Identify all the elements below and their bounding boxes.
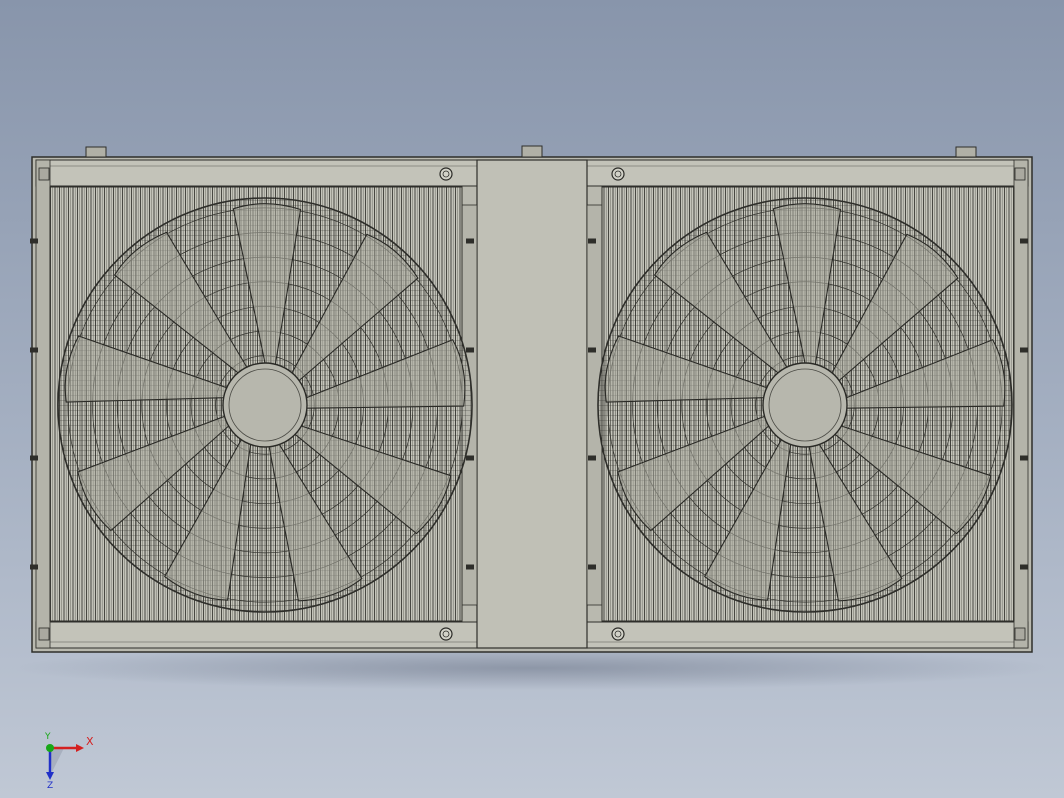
side-pin	[1020, 347, 1028, 353]
side-pin	[466, 347, 474, 353]
z-axis-label: Z	[47, 781, 53, 788]
side-pin	[1020, 564, 1028, 570]
left-fan	[57, 197, 473, 613]
fan-hub	[222, 362, 308, 448]
cad-viewport[interactable]: X Y Z	[0, 0, 1064, 798]
side-pin	[588, 238, 596, 244]
right-fan	[597, 197, 1013, 613]
x-axis-label: X	[86, 735, 94, 748]
mount-hole	[439, 167, 453, 181]
side-pin	[30, 347, 38, 353]
side-pin	[466, 238, 474, 244]
side-pin	[30, 238, 38, 244]
side-pin	[588, 455, 596, 461]
side-pin	[30, 564, 38, 570]
mount-hole	[439, 627, 453, 641]
z-axis-arrowhead	[46, 772, 54, 780]
side-pin	[588, 564, 596, 570]
y-axis-marker	[46, 744, 54, 752]
fan-hub	[762, 362, 848, 448]
side-pin	[30, 455, 38, 461]
corner-bracket	[38, 167, 50, 181]
side-pin	[1020, 455, 1028, 461]
corner-bracket	[1014, 167, 1026, 181]
y-axis-label: Y	[44, 732, 51, 742]
axis-triad[interactable]: X Y Z	[38, 728, 98, 788]
side-pin	[1020, 238, 1028, 244]
mount-hole	[611, 627, 625, 641]
radiator-fan-assembly-model[interactable]	[0, 0, 1064, 798]
x-axis-arrowhead	[76, 744, 84, 752]
side-pin	[588, 347, 596, 353]
corner-bracket	[1014, 627, 1026, 641]
corner-bracket	[38, 627, 50, 641]
mount-hole	[611, 167, 625, 181]
side-pin	[466, 564, 474, 570]
side-pin	[466, 455, 474, 461]
